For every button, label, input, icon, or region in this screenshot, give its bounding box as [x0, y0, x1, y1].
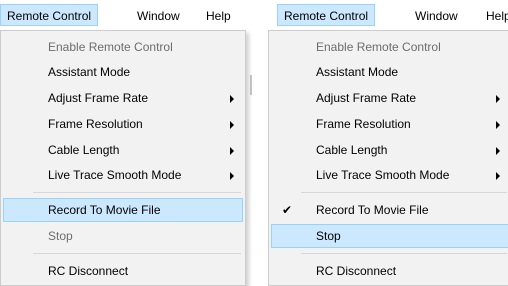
- menu-item-label: Adjust Frame Rate: [316, 91, 417, 105]
- menu-item-label: Frame Resolution: [48, 117, 143, 131]
- menu-item-cable-length[interactable]: Cable Length: [271, 138, 508, 162]
- menu-item-adjust-frame-rate[interactable]: Adjust Frame Rate: [271, 86, 508, 110]
- menubar-remote-control[interactable]: Remote Control: [277, 4, 376, 26]
- menu-item-enable-remote-control[interactable]: Enable Remote Control: [271, 35, 508, 59]
- menu-item-label: RC Disconnect: [48, 264, 129, 278]
- menu-item-stop[interactable]: Stop: [271, 224, 508, 248]
- menu-item-adjust-frame-rate[interactable]: Adjust Frame Rate: [3, 86, 243, 110]
- menu-item-stop[interactable]: Stop: [3, 224, 243, 248]
- submenu-arrow-icon: [230, 172, 234, 180]
- submenu-arrow-icon: [230, 121, 234, 129]
- remote-control-dropdown-menu: Enable Remote Control Assistant Mode Adj…: [0, 30, 246, 286]
- menu-separator: [33, 192, 241, 193]
- menu-item-label: Assistant Mode: [316, 65, 399, 79]
- menu-item-assistant-mode[interactable]: Assistant Mode: [271, 60, 508, 84]
- checkmark-icon: ✔: [282, 203, 293, 217]
- menu-bar: Remote Control Window Help: [268, 0, 508, 30]
- menubar-remote-control[interactable]: Remote Control: [0, 4, 99, 26]
- menu-item-rc-disconnect[interactable]: RC Disconnect: [271, 259, 508, 283]
- menu-item-label: Record To Movie File: [316, 203, 429, 217]
- menu-item-label: RC Disconnect: [316, 264, 397, 278]
- menu-item-record-to-movie-file[interactable]: ✔ Record To Movie File: [271, 198, 508, 222]
- menubar-window[interactable]: Window: [408, 4, 465, 26]
- submenu-arrow-icon: [496, 95, 500, 103]
- submenu-arrow-icon: [230, 95, 234, 103]
- menu-item-label: Live Trace Smooth Mode: [316, 168, 450, 182]
- submenu-arrow-icon: [496, 172, 500, 180]
- remote-control-dropdown-menu: Enable Remote Control Assistant Mode Adj…: [268, 30, 508, 286]
- menu-item-label: Assistant Mode: [48, 65, 131, 79]
- submenu-arrow-icon: [230, 147, 234, 155]
- menu-item-frame-resolution[interactable]: Frame Resolution: [3, 112, 243, 136]
- menu-item-label: Enable Remote Control: [48, 40, 173, 54]
- menu-item-live-trace-smooth-mode[interactable]: Live Trace Smooth Mode: [3, 163, 243, 187]
- menu-item-enable-remote-control[interactable]: Enable Remote Control: [3, 35, 243, 59]
- menu-item-label: Frame Resolution: [316, 117, 411, 131]
- menu-item-label: Live Trace Smooth Mode: [48, 168, 182, 182]
- menu-item-label: Cable Length: [316, 143, 388, 157]
- right-screenshot-panel: Remote Control Window Help Enable Remote…: [268, 0, 508, 286]
- menu-separator: [301, 253, 507, 254]
- menu-item-live-trace-smooth-mode[interactable]: Live Trace Smooth Mode: [271, 163, 508, 187]
- submenu-arrow-icon: [496, 147, 500, 155]
- menu-item-label: Stop: [48, 229, 73, 243]
- menu-bar: Remote Control Window Help: [0, 0, 254, 30]
- menu-item-record-to-movie-file[interactable]: Record To Movie File: [3, 198, 243, 222]
- menu-item-label: Adjust Frame Rate: [48, 91, 149, 105]
- menu-separator: [33, 253, 241, 254]
- menu-item-cable-length[interactable]: Cable Length: [3, 138, 243, 162]
- menu-item-rc-disconnect[interactable]: RC Disconnect: [3, 259, 243, 283]
- menu-item-label: Record To Movie File: [48, 203, 161, 217]
- menu-item-assistant-mode[interactable]: Assistant Mode: [3, 60, 243, 84]
- menubar-window[interactable]: Window: [130, 4, 187, 26]
- menu-separator: [301, 192, 507, 193]
- menubar-help[interactable]: Help: [479, 4, 508, 26]
- menu-item-label: Stop: [316, 229, 341, 243]
- menu-item-label: Cable Length: [48, 143, 120, 157]
- menu-item-label: Enable Remote Control: [316, 40, 441, 54]
- left-screenshot-panel: Remote Control Window Help Enable Remote…: [0, 0, 254, 286]
- background-app-fragment: [250, 75, 252, 95]
- submenu-arrow-icon: [496, 121, 500, 129]
- menu-item-frame-resolution[interactable]: Frame Resolution: [271, 112, 508, 136]
- menubar-help[interactable]: Help: [199, 4, 238, 26]
